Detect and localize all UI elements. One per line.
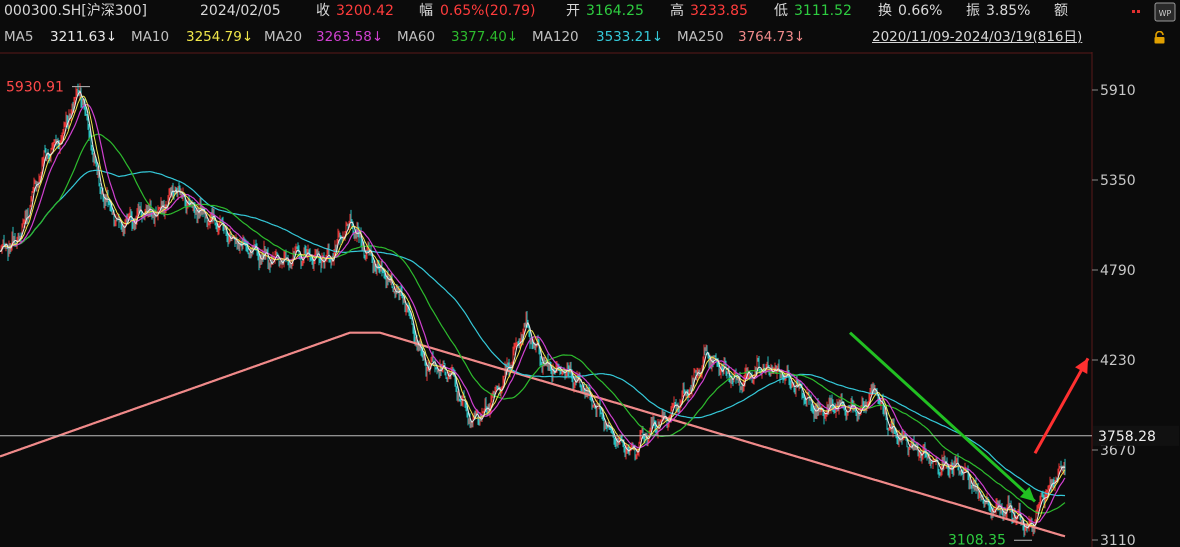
down-trend-arrow bbox=[848, 331, 1037, 503]
quote-date: 2024/02/05 bbox=[200, 3, 281, 19]
ma120-label: MA120 bbox=[532, 29, 579, 45]
quote-header: 000300.SH[沪深300] 2024/02/05 收 3200.42 幅 … bbox=[0, 0, 1180, 22]
y-tick-label: 5910 bbox=[1100, 83, 1136, 99]
amplitude-label: 振 bbox=[966, 3, 980, 19]
low-value: 3111.52 bbox=[794, 3, 852, 19]
ma120-line bbox=[0, 169, 1066, 497]
ma20-value: 3263.58↓ bbox=[316, 29, 384, 45]
ma5-value: 3211.63↓ bbox=[50, 29, 118, 45]
turnover-value: 0.66% bbox=[898, 3, 943, 19]
ma250-label: MA250 bbox=[677, 29, 724, 45]
ma10-line bbox=[0, 95, 1066, 527]
ma20-label: MA20 bbox=[264, 29, 303, 45]
change-value: 0.65%(20.79) bbox=[440, 3, 536, 19]
y-tick-label: 4230 bbox=[1100, 353, 1136, 369]
open-label: 开 bbox=[566, 3, 580, 19]
high-label: 高 bbox=[670, 3, 684, 19]
close-label: 收 bbox=[316, 3, 330, 19]
turnover-label: 换 bbox=[878, 3, 892, 19]
y-tick-label: 5350 bbox=[1100, 173, 1136, 189]
max-price-label: 5930.91 bbox=[6, 80, 64, 96]
high-value: 3233.85 bbox=[690, 3, 748, 19]
open-value: 3164.25 bbox=[586, 3, 644, 19]
up-trend-arrow bbox=[1033, 357, 1090, 454]
ma5-label: MA5 bbox=[4, 29, 34, 45]
index-code: 000300.SH[沪深300] bbox=[4, 3, 147, 19]
min-price-label: 3108.35 bbox=[948, 532, 1006, 547]
wp-badge-icon[interactable]: WP bbox=[1154, 2, 1176, 22]
ma60-label: MA60 bbox=[397, 29, 436, 45]
ma60-line bbox=[0, 133, 1066, 514]
kline-chart[interactable]: 5910535047904230367031103758.285930.9131… bbox=[0, 52, 1180, 547]
amplitude-value: 3.85% bbox=[986, 3, 1031, 19]
lock-icon[interactable] bbox=[1153, 31, 1166, 44]
close-value: 3200.42 bbox=[336, 3, 394, 19]
y-tick-label: 3110 bbox=[1100, 533, 1136, 547]
ma120-value: 3533.21↓ bbox=[596, 29, 664, 45]
ma-bar: MA5 3211.63↓ MA10 3254.79↓ MA20 3263.58↓… bbox=[0, 26, 1180, 48]
ma60-value: 3377.40↓ bbox=[451, 29, 519, 45]
ma250-value: 3764.73↓ bbox=[738, 29, 806, 45]
ma5-line bbox=[0, 90, 1066, 529]
ma10-value: 3254.79↓ bbox=[186, 29, 254, 45]
low-label: 低 bbox=[774, 3, 788, 19]
current-price-label: 3758.28 bbox=[1098, 429, 1156, 445]
ellipsis-icon[interactable] bbox=[1132, 8, 1144, 14]
ma10-label: MA10 bbox=[131, 29, 170, 45]
amount-label: 额 bbox=[1054, 3, 1068, 19]
change-label: 幅 bbox=[419, 3, 433, 19]
y-tick-label: 4790 bbox=[1100, 263, 1136, 279]
date-range[interactable]: 2020/11/09-2024/03/19(816日) bbox=[872, 26, 1082, 48]
ma20-line bbox=[0, 103, 1066, 524]
wp-badge-text: WP bbox=[1159, 9, 1172, 18]
